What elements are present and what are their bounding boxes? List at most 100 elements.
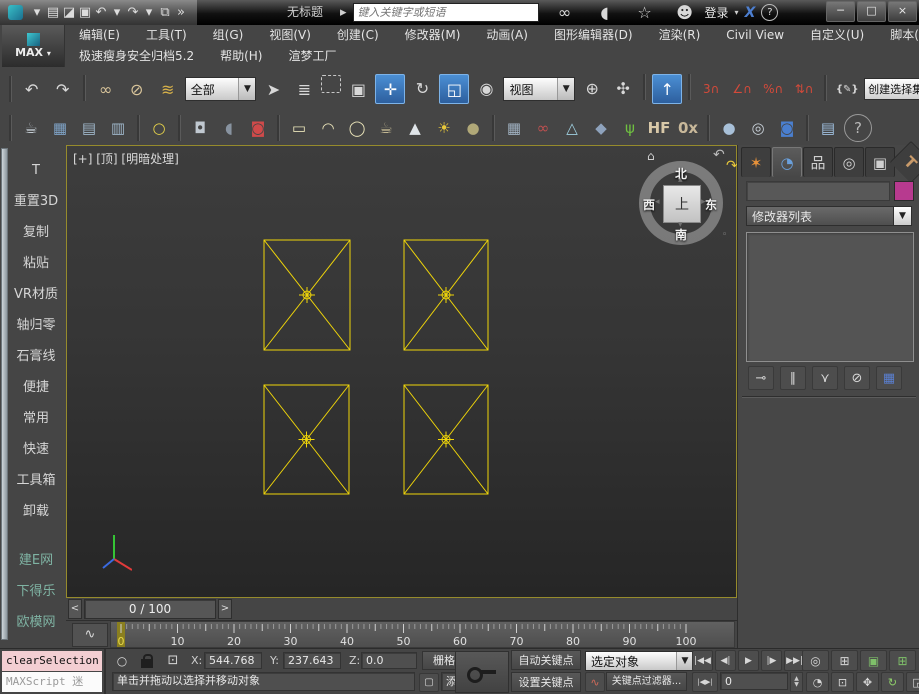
viewport-objects[interactable] — [67, 146, 736, 597]
isolate-selection-icon[interactable]: ○ — [112, 651, 132, 670]
select-and-manipulate-icon[interactable]: ✣ — [609, 74, 637, 102]
close-button[interactable]: × — [888, 1, 917, 22]
sidebar-script-button[interactable]: 常用 — [6, 403, 66, 434]
undo-icon[interactable]: ↶ — [93, 0, 109, 27]
plane-object[interactable] — [404, 385, 488, 494]
toolbar-overflow-icon[interactable]: » — [173, 0, 189, 27]
menu-item-10[interactable]: 自定义(U) — [797, 25, 877, 46]
zoom-extents-all-icon[interactable]: ⊞ — [889, 650, 916, 671]
absolute-offset-mode-icon[interactable]: ⊡ — [162, 651, 184, 670]
go-to-start-icon[interactable]: |◀◀ — [692, 650, 713, 671]
select-and-scale-icon[interactable]: ◱ — [439, 74, 469, 104]
ring-primitive-icon[interactable]: ◯ — [344, 115, 370, 141]
redo-dropdown-icon[interactable]: ▾ — [141, 0, 157, 27]
make-unique-icon[interactable]: ⋎ — [812, 366, 838, 390]
zoom-all-icon[interactable]: ⊞ — [831, 650, 858, 671]
signin-caret-icon[interactable]: ▾ — [735, 8, 739, 17]
material-sphere-icon[interactable]: ● — [716, 115, 742, 141]
maximize-viewport-icon[interactable]: ◲ — [906, 672, 919, 692]
maxscript-macro-line[interactable]: clearSelection — [2, 651, 102, 671]
previous-frame-icon[interactable]: ◀| — [715, 650, 736, 671]
time-slider-field[interactable]: 0 / 100 — [84, 599, 216, 619]
toolbar-handle[interactable] — [9, 76, 12, 102]
key-curve-icon[interactable]: ∿ — [585, 672, 605, 692]
sidebar-script-button[interactable]: 快速 — [6, 434, 66, 465]
viewcube-rotate-right-icon[interactable]: ↷ — [726, 158, 738, 174]
percent-snap-icon[interactable]: %∩ — [759, 75, 787, 103]
viewcube-up-arrow-icon[interactable]: ▴ — [678, 175, 683, 185]
sidebar-script-button[interactable]: 欧模网 — [6, 607, 66, 638]
viewport-top[interactable]: [+] [顶] [明暗处理] 上 北 南 西 东 ▴ ▾ ◂ ▸ ⌂ ↶ ↷ ◦ — [66, 145, 737, 598]
y-coordinate-field[interactable]: 237.643 — [283, 652, 341, 669]
track-bar-ruler[interactable]: 0102030405060708090100 — [110, 621, 735, 648]
selection-filter-dropdown[interactable]: 全部▼ — [185, 77, 257, 101]
cone-primitive-icon[interactable]: ▲ — [402, 115, 428, 141]
sphere-select-icon[interactable]: ◙ — [774, 115, 800, 141]
remove-modifier-icon[interactable]: ⊘ — [844, 366, 870, 390]
select-by-name-icon[interactable]: ≣ — [290, 75, 318, 103]
hair-fur-icon[interactable]: HF — [646, 115, 672, 141]
viewcube-rotate-left-icon[interactable]: ↶ — [713, 147, 725, 163]
communication-center-icon[interactable]: ◖ — [591, 0, 619, 27]
minimize-button[interactable]: ─ — [826, 1, 855, 22]
window-crossing-icon[interactable]: ▣ — [344, 75, 372, 103]
camera-icon[interactable]: ◘ — [187, 115, 213, 141]
sunlight-icon[interactable]: ☀ — [431, 115, 457, 141]
menu-item-3[interactable]: 视图(V) — [256, 25, 324, 46]
select-and-place-icon[interactable]: ◉ — [472, 74, 500, 102]
edit-named-selection-sets-icon[interactable]: {✎} — [833, 75, 861, 103]
selection-lock-icon[interactable] — [137, 651, 157, 670]
maxscript-listener-line[interactable]: MAXScript 迷 — [2, 672, 102, 692]
user-icon[interactable]: ☻ — [671, 0, 699, 27]
menu-item-1[interactable]: 工具(T) — [133, 25, 200, 46]
sidebar-script-button[interactable]: VR材质 — [6, 279, 66, 310]
viewcube-left-arrow-icon[interactable]: ◂ — [655, 197, 660, 207]
sidebar-script-button[interactable]: 卸载 — [6, 496, 66, 527]
grass-icon[interactable]: ψ — [617, 115, 643, 141]
light-lister-icon[interactable]: ○ — [146, 115, 172, 141]
frame-spinner[interactable]: ▲▼ — [790, 672, 803, 692]
x-coordinate-field[interactable]: 544.768 — [204, 652, 262, 669]
region-zoom-icon[interactable]: ⊡ — [831, 672, 854, 692]
key-mode-toggle-icon[interactable]: |◀▶| — [692, 672, 718, 692]
sidebar-script-button[interactable]: 便捷 — [6, 372, 66, 403]
viewcube-right-arrow-icon[interactable]: ▸ — [701, 197, 706, 207]
app-logo-icon[interactable] — [8, 5, 23, 20]
plane-object[interactable] — [404, 240, 488, 350]
menu-item-11[interactable]: 脚本(S) — [877, 25, 919, 46]
select-and-link-icon[interactable]: ∞ — [92, 75, 120, 103]
viewcube-west-label[interactable]: 西 — [643, 196, 655, 213]
object-name-field[interactable] — [746, 181, 890, 201]
reference-coordinate-dropdown[interactable]: 视图▼ — [503, 77, 575, 101]
sidebar-script-button[interactable]: 石膏线 — [6, 341, 66, 372]
undo-icon[interactable]: ↶ — [18, 75, 46, 103]
set-key-big-button[interactable] — [455, 651, 509, 693]
menu-item-5[interactable]: 修改器(M) — [392, 25, 474, 46]
viewcube-home-icon[interactable]: ⌂ — [647, 149, 655, 163]
time-configuration-icon[interactable]: ◔ — [806, 672, 829, 692]
pan-hand-icon[interactable]: ✥ — [856, 672, 879, 692]
viewcube-east-label[interactable]: 东 — [705, 196, 717, 213]
environment-dialog-icon[interactable]: ▥ — [105, 115, 131, 141]
dome-primitive-icon[interactable]: ◠ — [315, 115, 341, 141]
dropdown-arrow-icon[interactable]: ▼ — [238, 78, 255, 100]
sphere-primitive-icon[interactable]: ● — [460, 115, 486, 141]
tab-create[interactable]: ✶ — [741, 147, 771, 177]
plane-object[interactable] — [264, 385, 349, 494]
open-file-icon[interactable]: ◪ — [61, 0, 77, 27]
modifier-stack-list[interactable] — [746, 232, 914, 362]
sidebar-script-button[interactable]: 工具箱 — [6, 465, 66, 496]
rock-icon[interactable]: ◆ — [588, 115, 614, 141]
sidebar-script-button[interactable]: 复制 — [6, 217, 66, 248]
undo-dropdown-icon[interactable]: ▾ — [109, 0, 125, 27]
modifier-list-dropdown[interactable]: 修改器列表 ▼ — [746, 206, 912, 226]
menu-item-2[interactable]: 渲梦工厂 — [275, 46, 349, 67]
menu-item-0[interactable]: 极速瘦身安全归档5.2 — [66, 46, 207, 67]
spinner-snap-icon[interactable]: ⇅∩ — [790, 75, 818, 103]
viewcube-top-face[interactable]: 上 — [663, 185, 701, 223]
select-and-rotate-icon[interactable]: ↻ — [408, 74, 436, 102]
rendered-frame-window-icon[interactable]: ▦ — [47, 115, 73, 141]
teapot-primitive-icon[interactable]: ☕ — [373, 115, 399, 141]
pylon-icon[interactable]: △ — [559, 115, 585, 141]
next-frame-icon[interactable]: |▶ — [761, 650, 782, 671]
